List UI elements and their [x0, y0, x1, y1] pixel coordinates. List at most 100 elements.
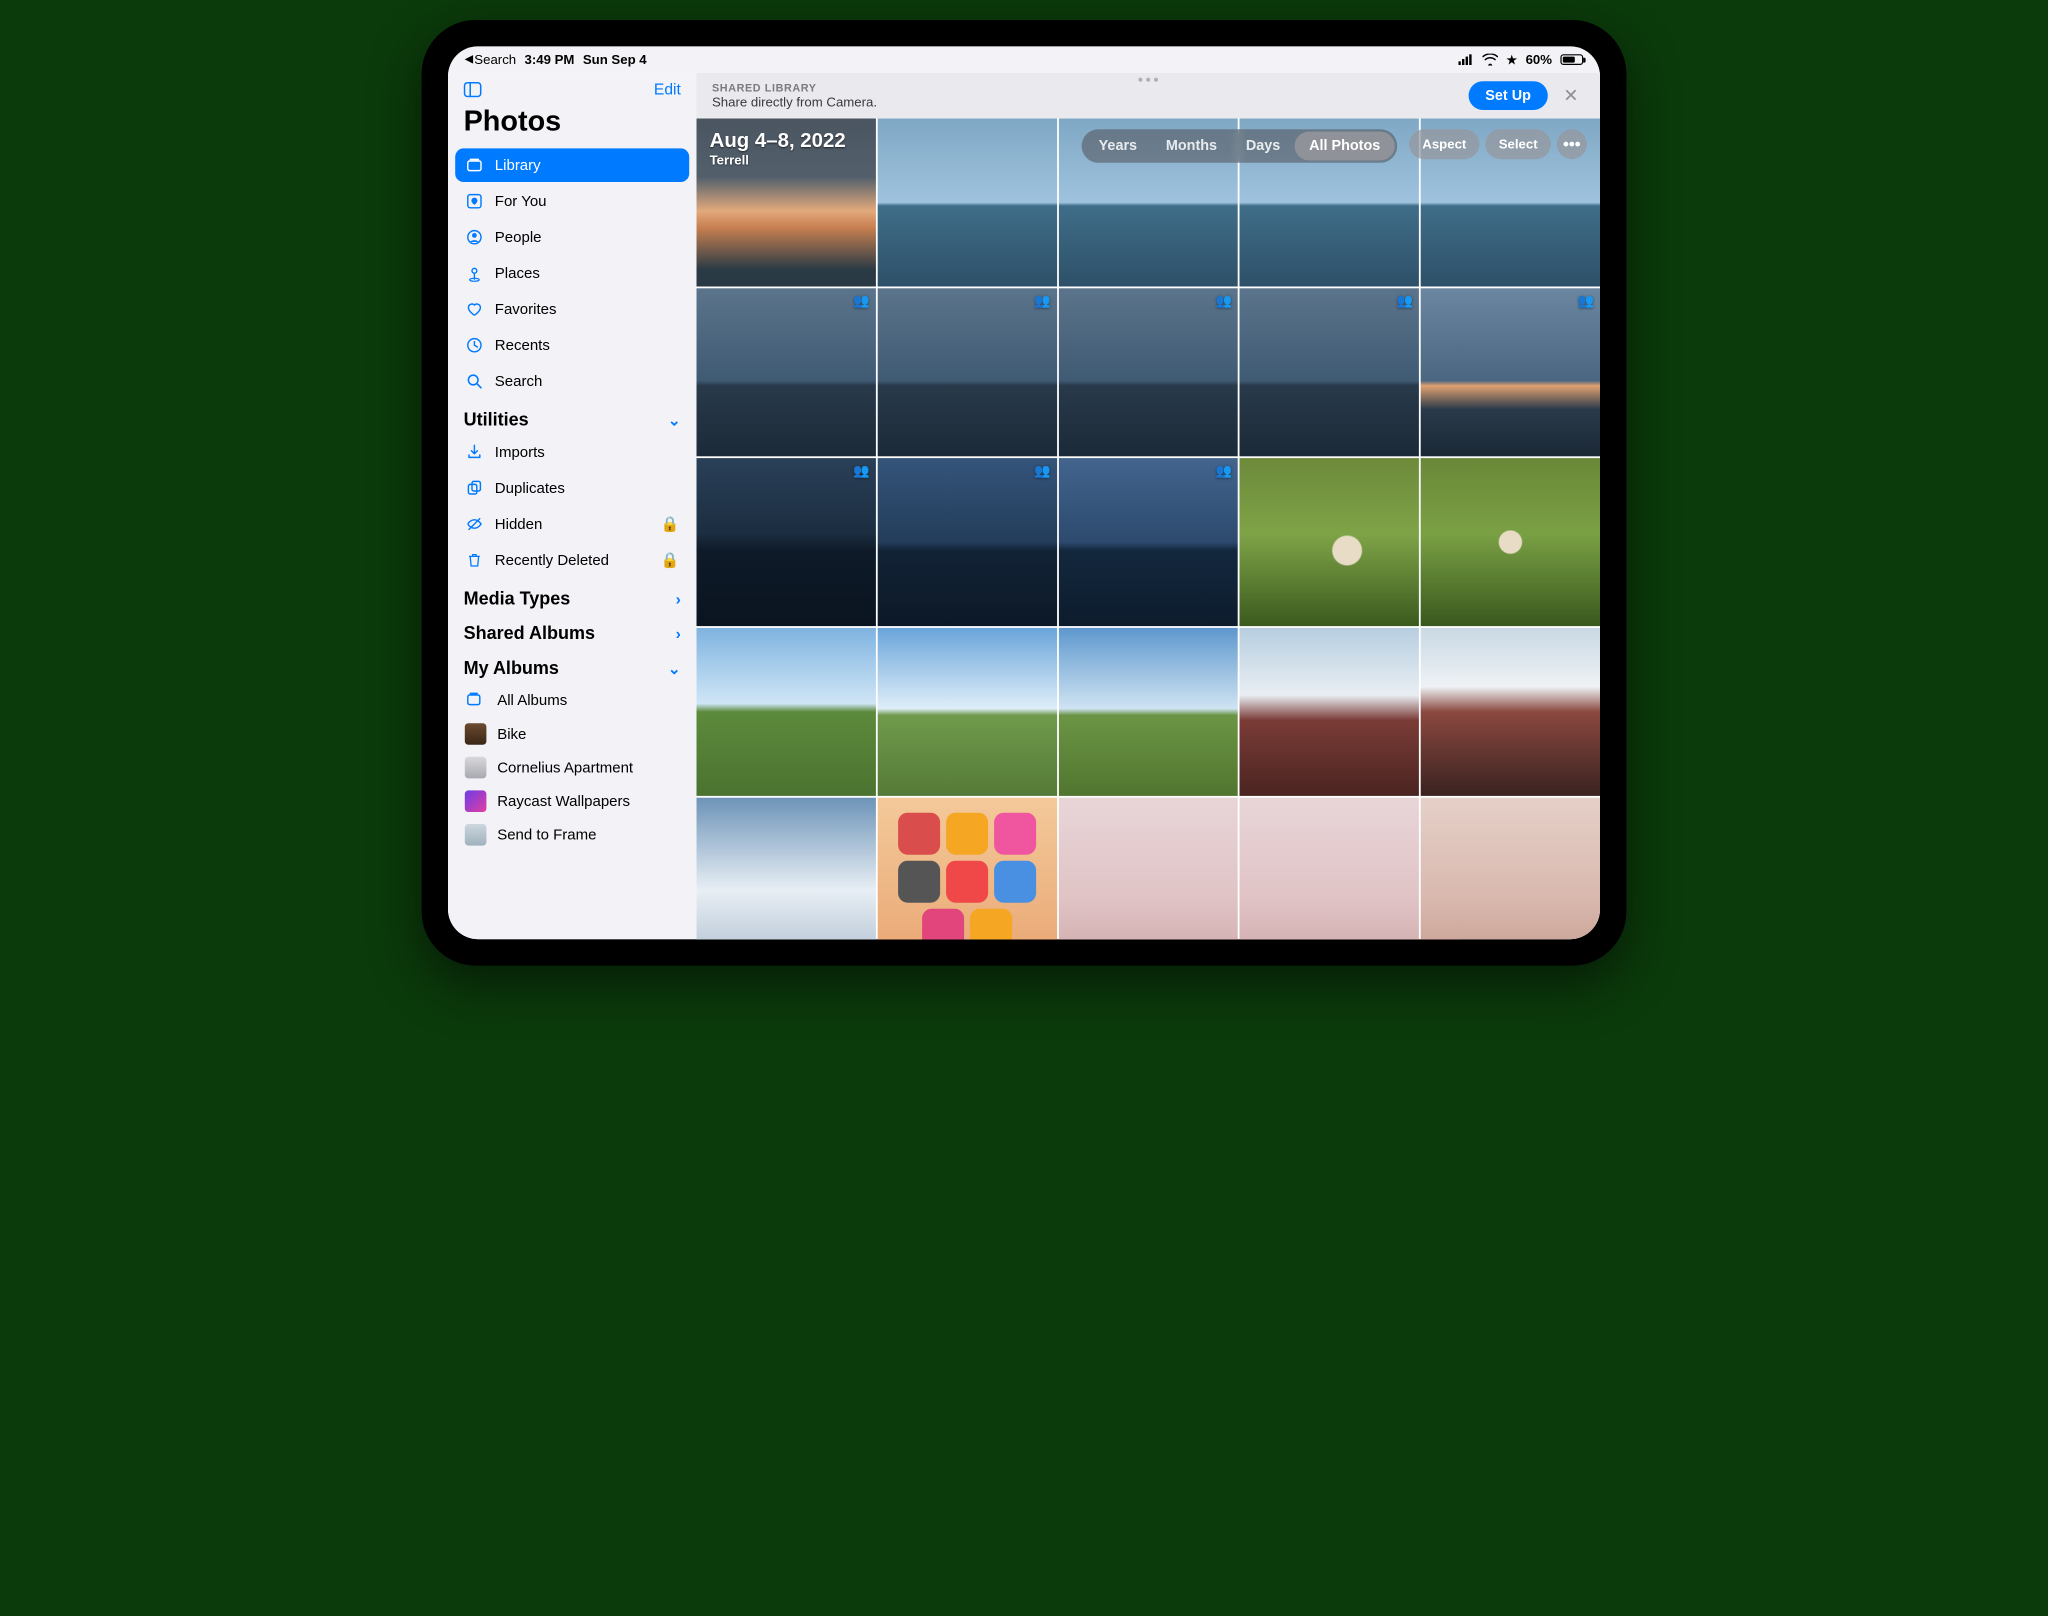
battery-icon [1560, 54, 1583, 65]
sidebar-item-recently-deleted[interactable]: Recently Deleted🔒 [455, 543, 689, 577]
photo-thumbnail[interactable] [1059, 798, 1238, 940]
photo-thumbnail[interactable] [1421, 458, 1600, 626]
sidebar-item-for-you[interactable]: For You [455, 184, 689, 218]
photo-thumbnail[interactable]: 👥 [1059, 288, 1238, 456]
back-chevron-icon: ▶ [465, 53, 473, 66]
back-to-search[interactable]: ▶ Search [465, 52, 516, 68]
segment-days[interactable]: Days [1231, 132, 1294, 161]
app-icon [922, 909, 964, 940]
segment-months[interactable]: Months [1151, 132, 1231, 161]
select-button[interactable]: Select [1486, 129, 1551, 159]
date-range: Aug 4–8, 2022 [710, 129, 846, 152]
photo-thumbnail[interactable] [1240, 628, 1419, 796]
shared-badge-icon: 👥 [1034, 463, 1050, 479]
back-label: Search [474, 52, 516, 68]
sidebar-item-hidden[interactable]: Hidden🔒 [455, 507, 689, 541]
photo-thumbnail[interactable]: 👥 [1421, 288, 1600, 456]
banner-subtitle: Share directly from Camera. [712, 94, 877, 110]
sidebar-item-favorites[interactable]: Favorites [455, 292, 689, 326]
sidebar-item-library[interactable]: Library [455, 148, 689, 182]
app-icon [994, 861, 1036, 903]
album-send-to-frame[interactable]: Send to Frame [455, 818, 689, 852]
photo-grid[interactable]: 👥👥👥👥👥👥👥👥 [696, 118, 1600, 939]
library-icon [465, 156, 484, 175]
album-bike[interactable]: Bike [455, 717, 689, 751]
photo-thumbnail[interactable]: 👥 [1059, 458, 1238, 626]
shared-badge-icon: 👥 [1034, 293, 1050, 309]
view-segmented-control[interactable]: YearsMonthsDaysAll Photos [1082, 129, 1397, 163]
shared-badge-icon: 👥 [853, 293, 869, 309]
section-media-types[interactable]: Media Types › [455, 579, 689, 614]
album-cornelius[interactable]: Cornelius Apartment [455, 751, 689, 785]
photo-thumbnail[interactable] [696, 798, 875, 940]
shared-badge-icon: 👥 [1215, 293, 1231, 309]
photo-thumbnail[interactable] [877, 118, 1056, 286]
favorites-icon [465, 300, 484, 319]
photo-thumbnail[interactable] [1240, 458, 1419, 626]
grabber-icon[interactable] [1138, 78, 1158, 82]
photo-thumbnail[interactable] [1421, 798, 1600, 940]
aspect-button[interactable]: Aspect [1409, 129, 1479, 159]
photo-thumbnail[interactable] [1240, 798, 1419, 940]
date: Sun Sep 4 [583, 52, 647, 68]
search-icon [465, 372, 484, 391]
sidebar-item-places[interactable]: Places [455, 256, 689, 290]
ipad-device-frame: ▶ Search 3:49 PM Sun Sep 4 ★ 60% [422, 20, 1627, 966]
photo-thumbnail[interactable] [1421, 628, 1600, 796]
hidden-icon [465, 514, 484, 533]
sidebar-title: Photos [464, 105, 681, 138]
edit-button[interactable]: Edit [654, 80, 681, 99]
places-icon [465, 264, 484, 283]
status-bar: ▶ Search 3:49 PM Sun Sep 4 ★ 60% [448, 46, 1600, 72]
photo-thumbnail[interactable] [877, 628, 1056, 796]
sidebar-item-recents[interactable]: Recents [455, 328, 689, 362]
ellipsis-icon: ••• [1563, 135, 1581, 154]
recents-icon [465, 336, 484, 355]
section-utilities[interactable]: Utilities ⌄ [455, 400, 689, 435]
close-icon[interactable]: ✕ [1557, 83, 1584, 109]
album-thumb [465, 757, 487, 779]
album-label: All Albums [497, 692, 567, 709]
photo-thumbnail[interactable] [696, 628, 875, 796]
nav-label: For You [495, 193, 547, 210]
shared-library-banner: SHARED LIBRARY Share directly from Camer… [696, 73, 1600, 119]
album-thumb [465, 790, 487, 812]
album-thumb [465, 723, 487, 745]
chevron-down-icon: ⌄ [668, 659, 681, 678]
nav-label: Favorites [495, 301, 557, 318]
sidebar-item-search[interactable]: Search [455, 364, 689, 398]
sidebar: Edit Photos Library For You People Places Fa… [448, 73, 696, 939]
photo-thumbnail[interactable] [1059, 628, 1238, 796]
nav-label: Imports [495, 443, 545, 460]
nav-label: People [495, 229, 542, 246]
sidebar-item-duplicates[interactable]: Duplicates [455, 471, 689, 505]
photo-thumbnail[interactable]: 👥 [877, 458, 1056, 626]
setup-button[interactable]: Set Up [1469, 81, 1548, 110]
imports-icon [465, 442, 484, 461]
segment-years[interactable]: Years [1084, 132, 1151, 161]
app-icon [898, 861, 940, 903]
album-all-albums[interactable]: All Albums [455, 684, 689, 718]
recently-deleted-icon [465, 550, 484, 569]
app-icon [946, 813, 988, 855]
battery-pct: 60% [1526, 52, 1552, 68]
photo-thumbnail[interactable]: 👥 [696, 458, 875, 626]
sidebar-toggle-icon[interactable] [464, 82, 482, 98]
cellular-icon [1458, 54, 1474, 65]
segment-all-photos[interactable]: All Photos [1295, 132, 1395, 161]
photo-thumbnail[interactable]: 👥 [1240, 288, 1419, 456]
for-you-icon [465, 192, 484, 211]
sidebar-item-imports[interactable]: Imports [455, 435, 689, 469]
duplicates-icon [465, 478, 484, 497]
album-raycast[interactable]: Raycast Wallpapers [455, 784, 689, 818]
photo-thumbnail[interactable]: 👥 [877, 288, 1056, 456]
section-shared-albums[interactable]: Shared Albums › [455, 614, 689, 649]
photo-thumbnail[interactable] [877, 798, 1056, 940]
photo-thumbnail[interactable]: 👥 [696, 288, 875, 456]
app-icon [994, 813, 1036, 855]
sidebar-item-people[interactable]: People [455, 220, 689, 254]
more-button[interactable]: ••• [1557, 129, 1587, 159]
section-my-albums[interactable]: My Albums ⌄ [455, 649, 689, 684]
lock-icon: 🔒 [661, 515, 680, 532]
battery-star-icon: ★ [1506, 52, 1517, 67]
